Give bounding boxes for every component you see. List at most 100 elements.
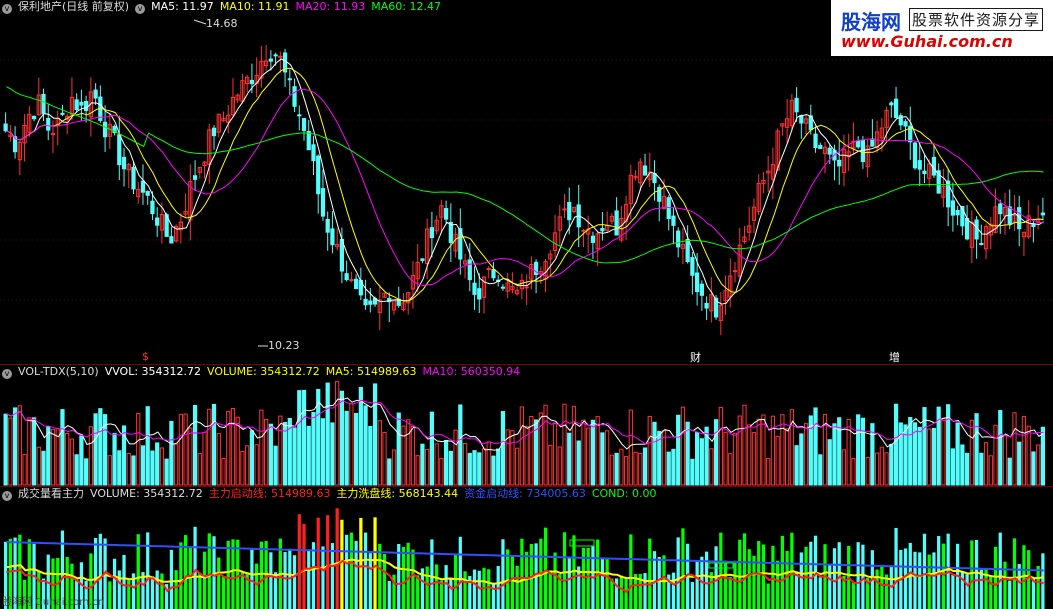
price-panel[interactable]: v 保利地产(日线 前复权) v MA5: 11.97 MA10: 11.91 MA20:…: [0, 0, 1053, 364]
main-force-bar: [757, 541, 761, 609]
main-force-chart[interactable]: [0, 487, 1053, 609]
main-force-bar: [515, 565, 519, 609]
volume-bar-down: [46, 426, 51, 486]
volume-bar-down: [652, 421, 657, 486]
collapse-icon[interactable]: v: [2, 491, 12, 501]
main-force-bar: [179, 542, 183, 609]
volume-bar-down: [818, 454, 823, 486]
candle-down: [320, 188, 326, 217]
collapse-icon[interactable]: v: [2, 4, 12, 14]
main-force-bar: [690, 581, 695, 609]
candle-down: [192, 175, 198, 180]
candle-down: [856, 140, 861, 148]
volume-bar-down: [330, 422, 335, 486]
main-force-bar: [998, 532, 1002, 609]
volume-bar-up: [737, 415, 742, 486]
main-force-bar: [884, 574, 889, 609]
main-force-bar: [719, 532, 723, 609]
main-force-bar: [771, 545, 775, 609]
volume-bar-down: [325, 382, 330, 486]
stock-name: 保利地产(日线 前复权): [18, 0, 130, 13]
volume-bar-up: [581, 419, 586, 486]
volume-bar-up: [65, 432, 70, 486]
event-marker-3[interactable]: 增: [889, 349, 900, 364]
volume-panel[interactable]: v VOL-TDX(5,10) VVOL: 354312.72 VOLUME: 354…: [0, 364, 1053, 487]
main-force-bar: [951, 574, 955, 609]
candle-down: [93, 89, 98, 99]
volume-bar-down: [311, 411, 316, 486]
volume-bar-up: [401, 425, 406, 486]
main-force-bar: [738, 539, 742, 609]
volume-bar-up: [770, 415, 776, 486]
candle-down: [500, 286, 506, 289]
volume-bar-up: [406, 419, 411, 486]
candle-down: [311, 144, 316, 162]
volume-bar-up: [415, 455, 420, 486]
main-force-bar: [453, 554, 458, 609]
volume-bar-up: [841, 449, 847, 486]
event-marker-1[interactable]: $: [142, 350, 149, 363]
volume-bar-down: [112, 432, 117, 486]
logo-brand: 股海网: [841, 10, 901, 34]
candle-down: [590, 235, 596, 243]
start-line-value: 主力启动线: 514989.63: [208, 487, 331, 500]
main-force-bar: [425, 566, 429, 609]
main-force-bar: [799, 552, 803, 609]
main-force-bar: [993, 546, 998, 609]
volume-bar-down: [368, 425, 373, 486]
watermark: 股海网 Guhai.com.cn: [2, 597, 105, 608]
volume-bar-up: [1002, 435, 1008, 486]
volume-bar-down: [131, 455, 136, 486]
volume-bar-down: [249, 430, 255, 486]
logo-url: www.Guhai.com.cn: [841, 32, 1013, 51]
collapse-icon[interactable]: v: [2, 369, 12, 379]
settings-icon[interactable]: v: [135, 4, 146, 14]
main-force-bar: [416, 575, 420, 609]
candle-down: [363, 298, 368, 306]
volume-bar-up: [349, 403, 354, 486]
volume-bar-down: [297, 390, 302, 486]
volume-bar-up: [27, 417, 32, 486]
main-force-bar: [193, 526, 197, 609]
volume-bar-down: [576, 440, 581, 486]
volume-bar-down: [301, 389, 307, 486]
volume-bar-up: [1026, 425, 1031, 486]
volume-bar-down: [117, 450, 122, 486]
main-force-panel[interactable]: v 成交量看主力 VOLUME: 354312.72 主力启动线: 514989.63…: [0, 486, 1053, 609]
main-force-bar: [387, 580, 391, 609]
event-marker-2[interactable]: 财: [690, 349, 701, 364]
main-force-bar: [851, 582, 856, 609]
capital-line-value: 资金启动线: 734005.63: [464, 487, 586, 500]
candle-down: [297, 114, 302, 117]
volume-bar-down: [922, 407, 927, 486]
candle-down: [676, 230, 681, 248]
volume-ma5-value: MA5: 514989.63: [325, 365, 417, 378]
candle-down: [1031, 223, 1036, 228]
volume-bar-down: [946, 404, 951, 486]
volume-bar-down: [614, 452, 619, 486]
volume-ma10-value: MA10: 560350.94: [422, 365, 521, 378]
volume-bar-down: [690, 458, 695, 486]
volume-bar-down: [169, 420, 174, 486]
volume-bar-down: [268, 423, 273, 486]
volume-bar-down: [496, 448, 501, 486]
candle-down: [292, 86, 297, 107]
main-force-bar: [250, 549, 254, 609]
volume-bar-up: [661, 430, 667, 486]
main-force-bar: [169, 549, 174, 609]
volume-bar-down: [713, 419, 719, 486]
main-force-bar: [932, 552, 936, 609]
candle-down: [268, 58, 273, 62]
candle-down: [344, 273, 349, 281]
main-force-bar: [1027, 550, 1031, 609]
volume-bar-up: [207, 408, 212, 486]
main-force-bar: [150, 576, 155, 609]
volume-bar-up: [941, 417, 946, 486]
volume-chart[interactable]: [0, 365, 1053, 487]
volume-bar-up: [126, 453, 131, 486]
main-force-bar: [345, 534, 349, 609]
candle-up: [562, 208, 567, 211]
volume-bar-down: [794, 445, 799, 486]
candle-down: [903, 121, 908, 127]
main-force-bar: [108, 581, 112, 609]
